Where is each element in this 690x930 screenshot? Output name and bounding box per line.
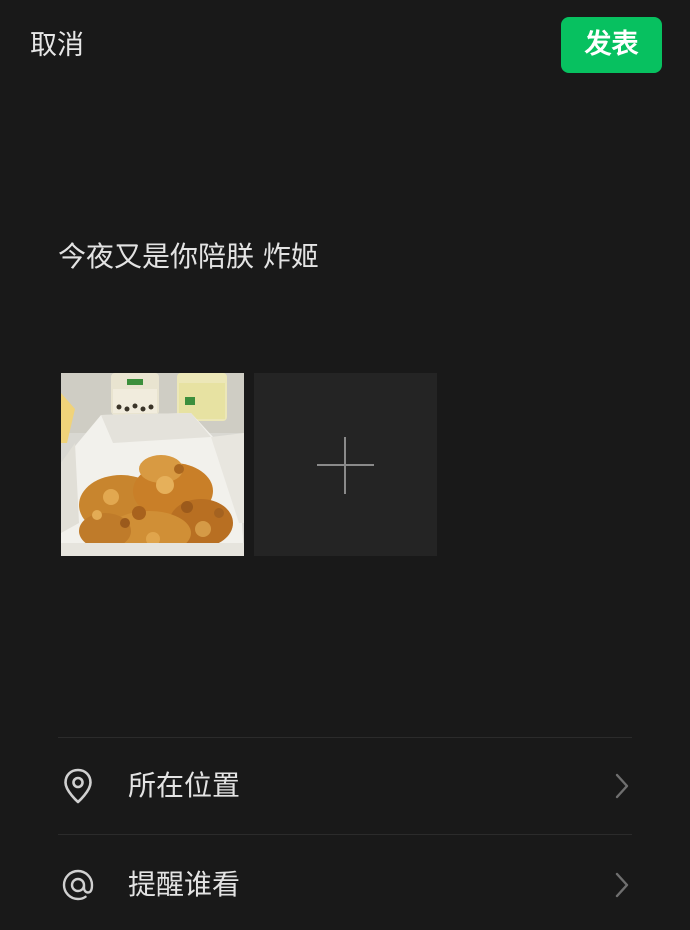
chevron-right-icon — [615, 872, 629, 898]
publish-button[interactable]: 发表 — [561, 17, 662, 73]
fried-chicken-photo — [61, 373, 244, 556]
at-sign-icon — [62, 869, 94, 901]
photo-thumbnail[interactable] — [61, 373, 244, 556]
chevron-right-icon — [615, 773, 629, 799]
location-label: 所在位置 — [128, 769, 241, 802]
post-text[interactable]: 今夜又是你陪朕 炸姬 — [58, 236, 319, 278]
mention-label: 提醒谁看 — [128, 868, 241, 901]
mention-row[interactable]: 提醒谁看 — [58, 840, 632, 930]
add-photo-button[interactable] — [254, 373, 437, 556]
divider — [58, 737, 632, 738]
cancel-button[interactable]: 取消 — [30, 26, 84, 66]
divider — [58, 834, 632, 835]
location-row[interactable]: 所在位置 — [58, 741, 632, 831]
location-pin-icon — [64, 768, 92, 804]
